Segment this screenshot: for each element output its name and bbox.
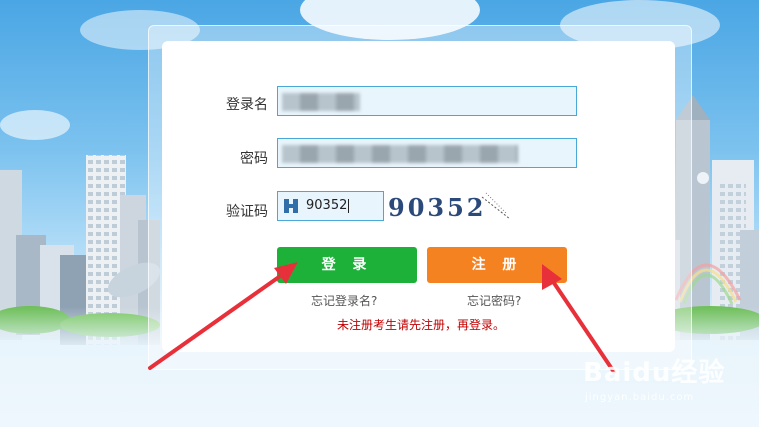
- redacted-password: [282, 145, 518, 163]
- captcha-image[interactable]: 90352: [386, 191, 512, 223]
- username-label: 登录名: [226, 97, 268, 113]
- text-cursor: [348, 198, 350, 213]
- login-button[interactable]: 登 录: [277, 247, 417, 283]
- watermark-brand: Baidu经验: [583, 358, 726, 388]
- forgot-username-link[interactable]: 忘记登录名?: [311, 292, 377, 309]
- captcha-code-icon: [284, 199, 298, 213]
- forgot-password-link[interactable]: 忘记密码?: [467, 292, 521, 309]
- password-label: 密码: [240, 151, 268, 167]
- watermark-url: jingyan.baidu.com: [585, 392, 695, 403]
- registration-notice: 未注册考生请先注册，再登录。: [337, 318, 506, 332]
- register-button[interactable]: 注 册: [427, 247, 567, 283]
- username-input[interactable]: [277, 86, 577, 116]
- captcha-input[interactable]: 90352: [277, 191, 384, 221]
- captcha-label: 验证码: [226, 204, 268, 220]
- baidu-watermark: Baidu经验 jingyan.baidu.com: [583, 352, 753, 422]
- password-input[interactable]: [277, 138, 577, 168]
- redacted-username: [282, 93, 360, 111]
- captcha-input-value: 90352: [306, 198, 348, 213]
- captcha-image-text: 90352: [388, 193, 487, 222]
